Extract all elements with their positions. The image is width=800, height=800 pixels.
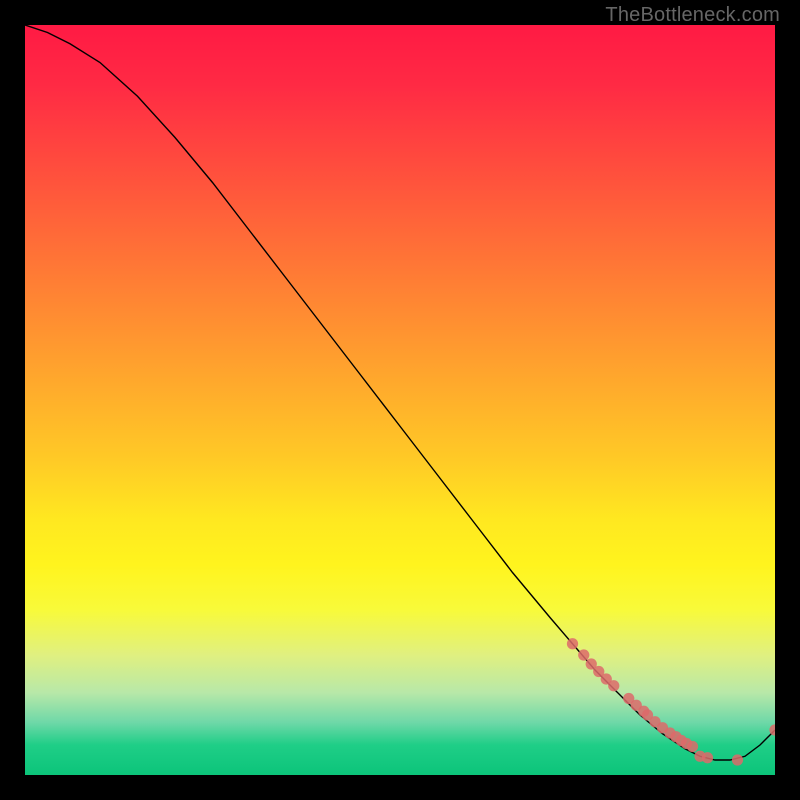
dot [608, 680, 619, 691]
dot [732, 754, 743, 765]
highlight-dots [567, 638, 775, 766]
dot [578, 649, 589, 660]
dot [702, 752, 713, 763]
chart-svg [25, 25, 775, 775]
curve-line [25, 25, 775, 760]
watermark-text: TheBottleneck.com [605, 4, 780, 27]
plot-background [25, 25, 775, 775]
dot [567, 638, 578, 649]
dot [687, 741, 698, 752]
